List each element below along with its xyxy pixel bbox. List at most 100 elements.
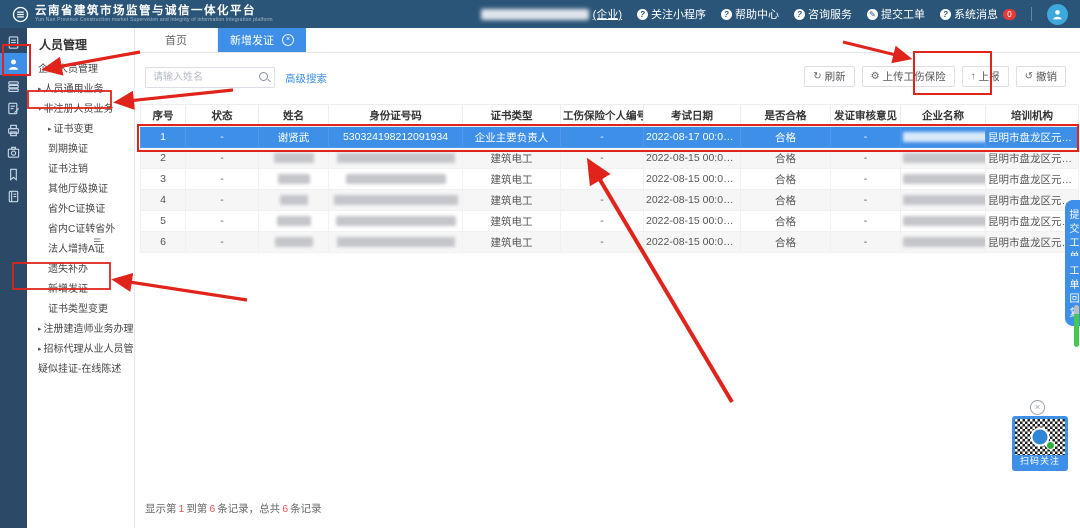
topmenu-label: 提交工单 [881, 6, 925, 22]
revoke-button[interactable]: ↺ 撤销 [1016, 66, 1066, 87]
sidebar-item-unregistered-personnel[interactable]: ▾非注册人员业务 [27, 100, 134, 120]
topmenu-label: 关注小程序 [651, 6, 706, 22]
redacted-text [903, 132, 986, 142]
upload-icon: ↑ [971, 72, 976, 82]
platform-subtitle: Yun Nan Province Construction market Sup… [35, 17, 273, 23]
search-input[interactable] [145, 67, 275, 88]
cell-training-org: 昆明市盘龙区元齐职业... [986, 169, 1079, 190]
table-row[interactable]: 5 - 建筑电工 - 2022-08-15 00:00:00 合格 - 昆明市盘… [141, 211, 1079, 232]
col-insurance-no: 工伤保险个人编号 [561, 105, 644, 127]
sidebar-item-lost-reissue[interactable]: 遗失补办 [27, 260, 134, 280]
sidebar-item-registered-builder[interactable]: ▸注册建造师业务办理 [27, 320, 134, 340]
cell-company [901, 211, 986, 232]
cell-review-opinion: - [831, 148, 901, 169]
sidebar-item-expired-renewal[interactable]: 到期换证 [27, 140, 134, 160]
divider [1031, 7, 1032, 21]
question-circle-icon: ? [794, 9, 805, 20]
cell-seq: 6 [141, 232, 186, 253]
sidebar-item-inner-c-transfer[interactable]: 省内C证转省外 [27, 220, 134, 240]
cell-review-opinion: - [831, 190, 901, 211]
rail-user-icon-active[interactable] [0, 53, 27, 75]
table-row[interactable]: 6 - 建筑电工 - 2022-08-15 00:00:00 合格 - 昆明市盘… [141, 232, 1079, 253]
cell-status: - [186, 148, 259, 169]
table-header-row: 序号 状态 姓名 身份证号码 证书类型 工伤保险个人编号 考试日期 是否合格 发… [141, 105, 1079, 127]
scrollbar-thumb[interactable] [1074, 305, 1079, 347]
topmenu-follow-miniprogram[interactable]: ? 关注小程序 [637, 6, 706, 22]
rail-printer-icon[interactable] [0, 119, 27, 141]
table-row[interactable]: 4 - 建筑电工 - 2022-08-15 00:00:00 合格 - 昆明市盘… [141, 190, 1079, 211]
cell-qualified: 合格 [741, 169, 831, 190]
topmenu-system-messages[interactable]: ? 系统消息 0 [940, 6, 1016, 22]
sidebar-item-enterprise-personnel[interactable]: 企业人员管理 [27, 60, 134, 80]
advanced-search-link[interactable]: 高级搜索 [285, 71, 327, 86]
tab-new-cert-issue[interactable]: 新增发证 × [218, 28, 306, 52]
sidebar-item-new-cert-issue[interactable]: 新增发证 [27, 280, 134, 300]
table-row[interactable]: 1 - 谢贤武 530324198212091934 企业主要负责人 - 202… [141, 127, 1079, 148]
qr-code-image [1015, 419, 1065, 455]
tab-home[interactable]: 首页 [135, 28, 218, 52]
col-training-org: 培训机构 [986, 105, 1079, 127]
refresh-icon: ↻ [813, 72, 821, 82]
cell-exam-date: 2022-08-15 00:00:00 [644, 169, 741, 190]
sidebar-item-suspected-affiliation[interactable]: 疑似挂证-在线陈述 [27, 360, 134, 380]
rail-stack-icon[interactable] [0, 75, 27, 97]
topmenu-submit-ticket[interactable]: ✎ 提交工单 [867, 6, 925, 22]
rail-bookmark-icon[interactable] [0, 163, 27, 185]
cell-seq: 3 [141, 169, 186, 190]
sidebar-item-personnel-general[interactable]: ▸人员通用业务 [27, 80, 134, 100]
cell-status: - [186, 232, 259, 253]
cell-review-opinion: - [831, 169, 901, 190]
cell-seq: 1 [141, 127, 186, 148]
rail-camera-icon[interactable] [0, 141, 27, 163]
sidebar-item-outer-c-cert[interactable]: 省外C证换证 [27, 200, 134, 220]
col-id-number: 身份证号码 [329, 105, 463, 127]
cell-name: 谢贤武 [259, 127, 329, 148]
cell-name [259, 211, 329, 232]
sidebar-item-cert-change[interactable]: ▸证书变更 [27, 120, 134, 140]
sidebar-item-cert-cancel[interactable]: 证书注销 [27, 160, 134, 180]
cell-insurance-no: - [561, 232, 644, 253]
qr-verified-badge [1046, 441, 1055, 450]
col-cert-type: 证书类型 [463, 105, 561, 127]
app-window: 云南省建筑市场监管与诚信一体化平台 Yun Nan Province Const… [0, 0, 1080, 528]
company-type-link[interactable]: (企业) [593, 6, 622, 22]
cell-qualified: 合格 [741, 232, 831, 253]
cell-exam-date: 2022-08-15 00:00:00 [644, 148, 741, 169]
current-company[interactable]: (企业) [481, 6, 622, 22]
cell-cert-type: 建筑电工 [463, 190, 561, 211]
record-from: 1 [177, 503, 187, 515]
cell-seq: 5 [141, 211, 186, 232]
report-up-button[interactable]: ↑ 上报 [962, 66, 1009, 87]
cell-cert-type: 建筑电工 [463, 211, 561, 232]
search-box [145, 67, 275, 88]
cell-status: - [186, 211, 259, 232]
qr-close-icon[interactable]: × [1030, 400, 1045, 415]
rail-file-edit-icon[interactable] [0, 97, 27, 119]
cell-insurance-no: - [561, 211, 644, 232]
redacted-text [334, 195, 458, 205]
sidebar-collapse-icon[interactable]: ☰ [93, 237, 101, 248]
cell-review-opinion: - [831, 211, 901, 232]
table-row[interactable]: 3 - 建筑电工 - 2022-08-15 00:00:00 合格 - 昆明市盘… [141, 169, 1079, 190]
rail-notebook-icon[interactable] [0, 185, 27, 207]
redacted-text [280, 195, 308, 205]
qr-widget[interactable]: 扫码关注 [1012, 416, 1068, 471]
table-row[interactable]: 2 - 建筑电工 - 2022-08-15 00:00:00 合格 - 昆明市盘… [141, 148, 1079, 169]
company-name-redacted [481, 9, 589, 20]
topmenu-help-center[interactable]: ? 帮助中心 [721, 6, 779, 22]
upload-injury-insurance-button[interactable]: ⚙ 上传工伤保险 [862, 66, 955, 87]
user-avatar[interactable] [1047, 4, 1068, 25]
sidebar-item-legal-a-cert[interactable]: 法人增持A证 [27, 240, 134, 260]
tab-close-icon[interactable]: × [282, 34, 294, 46]
sidebar-item-other-dept-renewal[interactable]: 其他厅级换证 [27, 180, 134, 200]
cell-training-org: 昆明市盘龙区元齐职业... [986, 127, 1079, 148]
sidebar-item-bidding-agency[interactable]: ▸招标代理从业人员管理 [27, 340, 134, 360]
sidebar-item-cert-type-change[interactable]: 证书类型变更 [27, 300, 134, 320]
refresh-button[interactable]: ↻ 刷新 [804, 66, 854, 87]
cell-qualified: 合格 [741, 211, 831, 232]
topmenu-consult-service[interactable]: ? 咨询服务 [794, 6, 852, 22]
col-company: 企业名称 [901, 105, 986, 127]
search-icon[interactable] [259, 72, 268, 81]
rail-file-lines-icon[interactable] [0, 31, 27, 53]
cell-id-number [329, 211, 463, 232]
